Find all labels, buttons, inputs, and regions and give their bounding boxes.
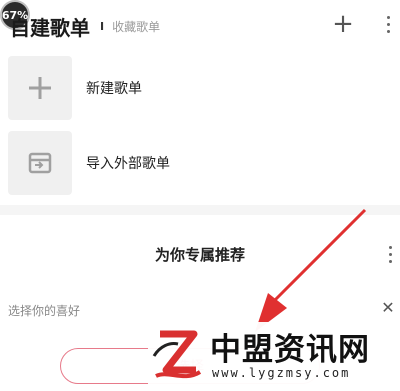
plus-icon [8,56,72,120]
tab-divider: I [100,19,105,33]
section-divider [0,205,400,215]
new-playlist-item[interactable]: 新建歌单 [8,56,388,120]
tab-created-playlists[interactable]: 自建歌单 [10,12,90,41]
more-options-icon[interactable] [383,12,393,38]
preference-label: 选择你的喜好 [8,304,81,318]
watermark-logo [152,330,202,379]
recommend-more-icon[interactable] [385,242,395,268]
import-playlist-label: 导入外部歌单 [86,156,170,172]
add-playlist-button[interactable]: + [332,10,354,40]
close-icon[interactable]: ✕ [378,298,398,318]
import-icon [8,131,72,195]
playlist-header: 自建歌单 I 收藏歌单 [8,12,160,40]
watermark-url: www.lygzmsy.com [212,366,351,380]
recommend-title: 为你专属推荐 [154,246,245,264]
tab-collected-playlists[interactable]: 收藏歌单 [112,18,160,35]
watermark-name: 中盟资讯网 [210,332,370,368]
import-playlist-item[interactable]: 导入外部歌单 [8,131,388,195]
new-playlist-label: 新建歌单 [86,81,142,97]
